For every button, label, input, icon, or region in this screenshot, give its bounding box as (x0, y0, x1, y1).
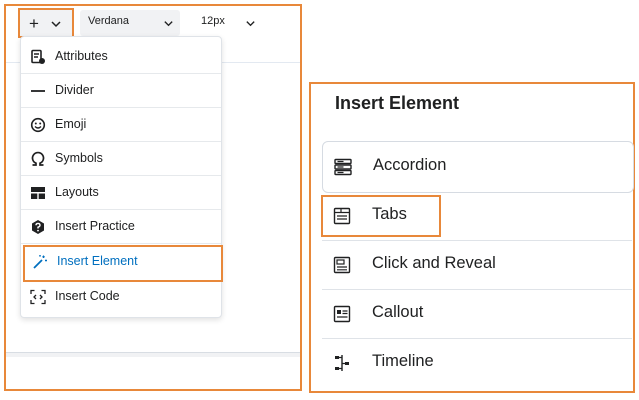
divider-icon (31, 90, 45, 92)
accordion-icon (334, 158, 352, 176)
chevron-down-icon (51, 21, 61, 28)
tabs-highlight-box (321, 195, 441, 237)
menu-item-divider[interactable]: Divider (21, 74, 221, 108)
question-badge-icon (32, 220, 44, 234)
font-family-value: Verdana (88, 15, 129, 27)
editor-footer-band (6, 353, 300, 357)
insert-menu: Attributes Divider Emoji Symbols Layouts (20, 36, 223, 318)
attributes-icon (31, 49, 45, 64)
element-item-accordion[interactable]: Accordion (322, 141, 634, 193)
element-item-label: Click and Reveal (372, 254, 496, 272)
menu-item-label: Emoji (55, 117, 87, 131)
menu-item-insert-practice[interactable]: Insert Practice (21, 210, 221, 244)
omega-icon (31, 151, 45, 166)
menu-item-label: Divider (55, 83, 94, 97)
element-item-callout[interactable]: Callout (322, 289, 632, 339)
insert-element-title: Insert Element (335, 93, 460, 113)
click-reveal-icon (333, 256, 351, 274)
menu-item-insert-element[interactable]: Insert Element (23, 245, 223, 282)
menu-item-label: Insert Element (57, 254, 138, 268)
font-size-select[interactable]: 12px (193, 10, 267, 36)
menu-item-attributes[interactable]: Attributes (21, 40, 221, 74)
layout-icon (31, 187, 45, 199)
menu-item-label: Layouts (55, 185, 99, 199)
code-icon (30, 289, 46, 305)
callout-icon (333, 305, 351, 323)
menu-item-label: Insert Practice (55, 219, 135, 233)
magic-wand-icon (33, 255, 47, 269)
timeline-icon (335, 355, 349, 371)
chevron-down-icon (164, 21, 173, 27)
menu-item-label: Symbols (55, 151, 103, 165)
menu-item-label: Insert Code (55, 289, 120, 303)
chevron-down-icon (246, 21, 255, 27)
menu-item-insert-code[interactable]: Insert Code (21, 280, 221, 313)
font-family-select[interactable]: Verdana (80, 10, 180, 36)
element-item-label: Timeline (372, 352, 434, 370)
menu-item-label: Attributes (55, 49, 108, 63)
insert-button[interactable]: + (18, 8, 74, 38)
element-item-label: Callout (372, 303, 424, 321)
plus-icon: + (29, 14, 39, 33)
font-size-value: 12px (201, 15, 225, 27)
element-item-label: Accordion (373, 156, 447, 174)
element-item-timeline[interactable]: Timeline (322, 338, 632, 387)
element-item-click-and-reveal[interactable]: Click and Reveal (322, 240, 632, 290)
menu-item-symbols[interactable]: Symbols (21, 142, 221, 176)
menu-item-layouts[interactable]: Layouts (21, 176, 221, 210)
menu-item-emoji[interactable]: Emoji (21, 108, 221, 142)
emoji-icon (30, 117, 46, 133)
